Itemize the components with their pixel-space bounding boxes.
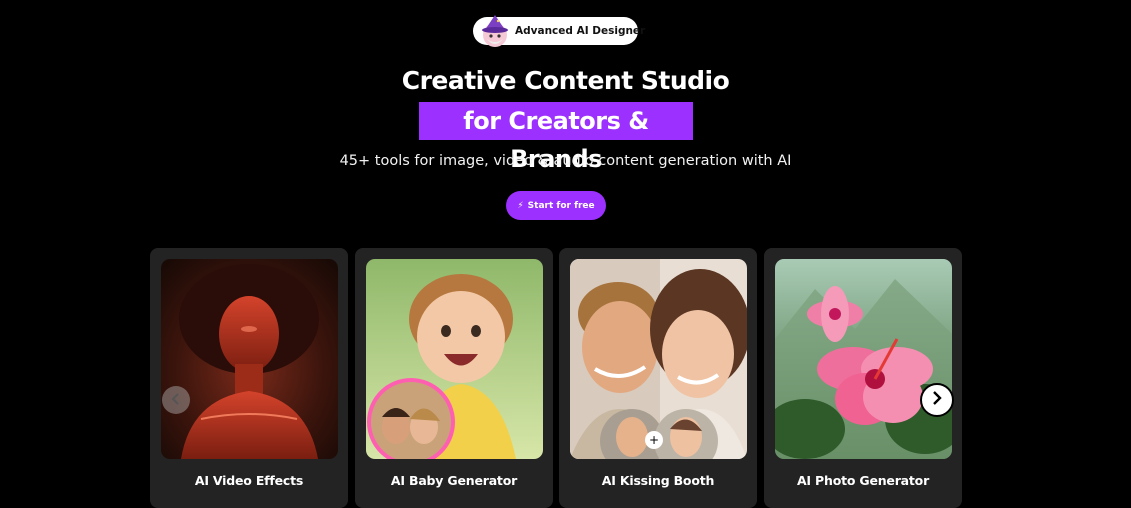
start-for-free-button[interactable]: ⚡ Start for free [506,191,606,220]
hero-subtitle: 45+ tools for image, video & audio conte… [339,153,792,169]
hero-title: Creative Content Studio [401,66,730,95]
advanced-ai-designer-badge[interactable]: Advanced AI Designer [473,15,645,47]
tool-card-ai-video-effects[interactable]: AI Video Effects [150,248,348,508]
card-label: AI Kissing Booth [601,473,715,488]
chevron-right-icon [929,390,945,410]
ai-video-effects-image [161,259,338,459]
ai-baby-generator-image [366,259,543,459]
start-for-free-label: Start for free [527,200,595,211]
ai-photo-generator-image [775,259,952,459]
badge-label: Advanced AI Designer [515,25,646,37]
ai-kissing-booth-image: + [570,259,747,459]
card-label: AI Photo Generator [796,473,930,488]
svg-text:+: + [649,433,659,447]
wizard-avatar-icon [477,13,513,47]
tool-card-ai-baby-generator[interactable]: AI Baby Generator [355,248,553,508]
chevron-left-icon [169,391,183,410]
tool-card-ai-photo-generator[interactable]: AI Photo Generator [764,248,962,508]
carousel-next-button[interactable] [920,383,954,417]
hero-highlight: for Creators & Brands [419,102,693,173]
tool-card-ai-kissing-booth[interactable]: + AI Kissing Booth [559,248,757,508]
lightning-icon: ⚡ [517,200,524,211]
carousel-prev-button[interactable] [162,386,190,414]
card-label: AI Video Effects [194,473,304,488]
card-label: AI Baby Generator [390,473,518,488]
